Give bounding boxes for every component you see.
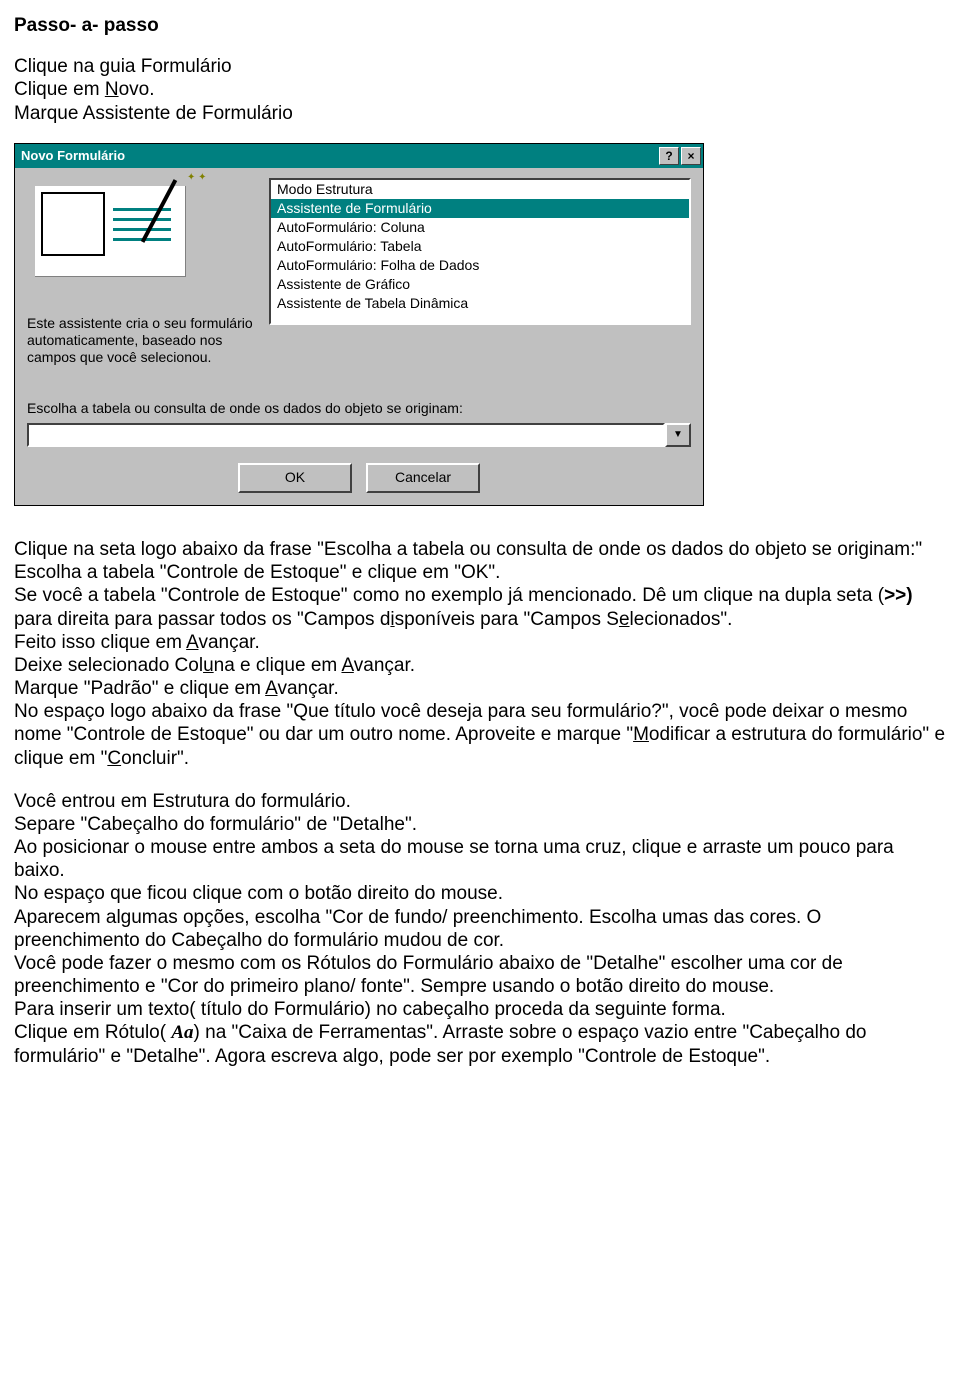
dialog-titlebar: Novo Formulário ? × xyxy=(15,144,703,168)
u-a2: A xyxy=(341,655,353,676)
p1-l5a: Deixe selecionado Col xyxy=(14,655,203,676)
p1-l4b: vançar. xyxy=(198,632,259,653)
intro-line2-post: ovo. xyxy=(119,79,155,100)
p2-l5: Aparecem algumas opções, escolha "Cor de… xyxy=(14,907,821,951)
list-item[interactable]: AutoFormulário: Folha de Dados xyxy=(271,256,689,275)
p2-l7: Para inserir um texto( título do Formulá… xyxy=(14,999,726,1020)
p2-l3: Ao posicionar o mouse entre ambos a seta… xyxy=(14,837,894,881)
dialog-title: Novo Formulário xyxy=(21,148,657,164)
heading: Passo- a- passo xyxy=(14,15,159,36)
p1-l3d: sponíveis para "Campos S xyxy=(395,609,619,630)
p1-l3a: Se você a tabela "Controle de Estoque" c… xyxy=(14,585,884,606)
p2-l4: No espaço que ficou clique com o botão d… xyxy=(14,883,503,904)
chevron-down-icon[interactable]: ▼ xyxy=(665,423,691,447)
p1-l4a: Feito isso clique em xyxy=(14,632,186,653)
list-item[interactable]: Assistente de Tabela Dinâmica xyxy=(271,294,689,313)
list-item[interactable]: AutoFormulário: Tabela xyxy=(271,237,689,256)
wizard-icon: ✦ ✦ xyxy=(27,178,227,303)
p1-l6b: vançar. xyxy=(277,678,338,699)
p2-l1: Você entrou em Estrutura do formulário. xyxy=(14,791,351,812)
source-prompt: Escolha a tabela ou consulta de onde os … xyxy=(27,400,691,417)
source-combo-input[interactable] xyxy=(27,423,665,447)
p1-l1: Clique na seta logo abaixo da frase "Esc… xyxy=(14,539,922,560)
list-item[interactable]: Assistente de Formulário xyxy=(271,199,689,218)
u-c: C xyxy=(107,748,121,769)
p1-l3c: para direita para passar todos os "Campo… xyxy=(14,609,390,630)
source-combo[interactable]: ▼ xyxy=(27,423,691,447)
label-tool-icon: Aa xyxy=(171,1022,193,1043)
form-type-listbox[interactable]: Modo Estrutura Assistente de Formulário … xyxy=(269,178,691,325)
p1-l2: Escolha a tabela "Controle de Estoque" e… xyxy=(14,562,500,583)
u-a1: A xyxy=(186,632,198,653)
intro-line2-pre: Clique em xyxy=(14,79,105,100)
list-item[interactable]: Modo Estrutura xyxy=(271,180,689,199)
instructions-block-1: Clique na seta logo abaixo da frase "Esc… xyxy=(14,538,946,770)
u-a3: A xyxy=(265,678,277,699)
cancel-button[interactable]: Cancelar xyxy=(366,463,480,493)
intro-line1: Clique na guia Formulário xyxy=(14,56,232,77)
instructions-block-2: Você entrou em Estrutura do formulário. … xyxy=(14,790,946,1068)
p1-l6a: Marque "Padrão" e clique em xyxy=(14,678,265,699)
p2-l8a: Clique em Rótulo( xyxy=(14,1022,171,1043)
u-u: u xyxy=(203,655,214,676)
wizard-description: Este assistente cria o seu formulário au… xyxy=(27,315,257,366)
p2-l2: Separe "Cabeçalho do formulário" de "Det… xyxy=(14,814,417,835)
p1-l5b: na e clique em xyxy=(214,655,342,676)
new-form-dialog: Novo Formulário ? × ✦ ✦ Este assistente … xyxy=(14,143,704,506)
list-item[interactable]: AutoFormulário: Coluna xyxy=(271,218,689,237)
p2-l6: Você pode fazer o mesmo com os Rótulos d… xyxy=(14,953,843,997)
p1-l5c: vançar. xyxy=(354,655,415,676)
u-e: e xyxy=(619,609,630,630)
p1-l3e: lecionados". xyxy=(630,609,733,630)
p1-l7c: oncluir". xyxy=(121,748,189,769)
list-item[interactable]: Assistente de Gráfico xyxy=(271,275,689,294)
intro-line2-underline: N xyxy=(105,79,119,100)
double-arrow: >>) xyxy=(884,585,913,606)
intro-text: Clique na guia Formulário Clique em Novo… xyxy=(14,55,946,125)
intro-line3: Marque Assistente de Formulário xyxy=(14,103,293,124)
u-m: M xyxy=(633,724,649,745)
close-button[interactable]: × xyxy=(681,147,701,165)
help-button[interactable]: ? xyxy=(659,147,679,165)
ok-button[interactable]: OK xyxy=(238,463,352,493)
